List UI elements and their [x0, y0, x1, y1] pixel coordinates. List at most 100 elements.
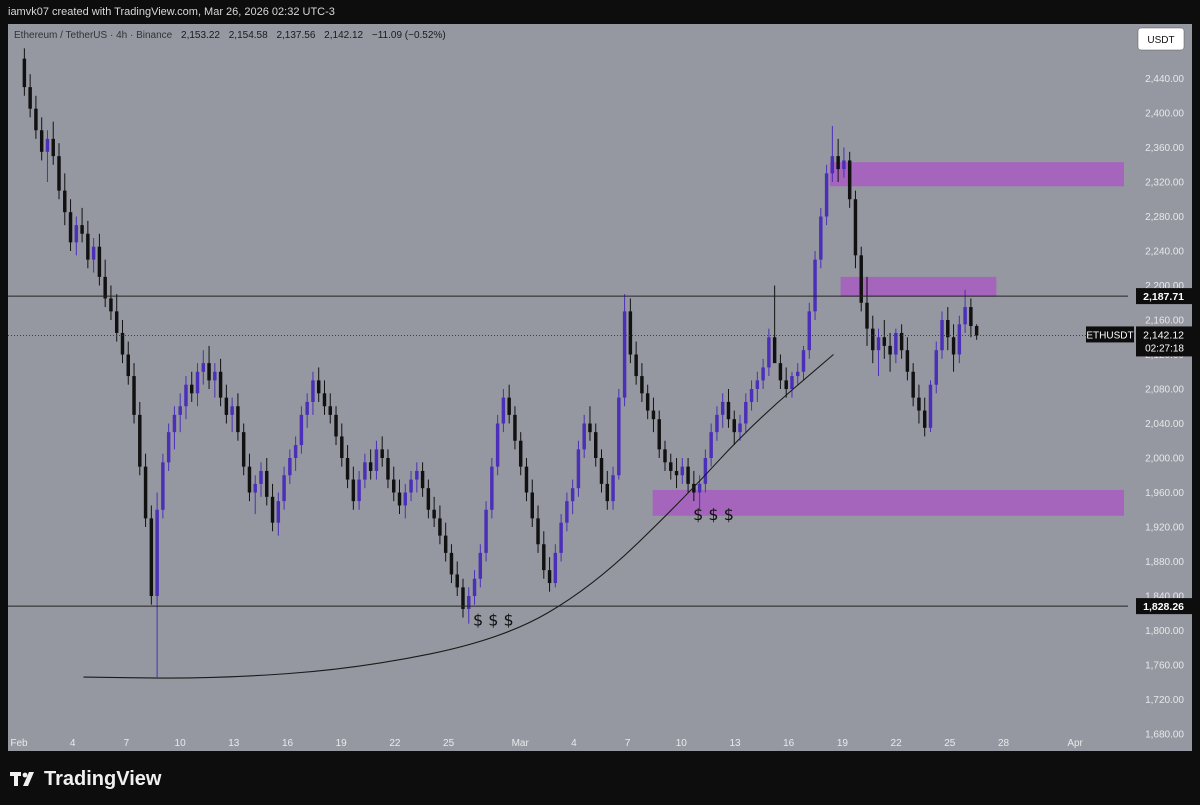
legend-low: 2,137.56	[276, 30, 315, 41]
candle	[669, 453, 673, 480]
candle	[772, 285, 777, 364]
candle	[807, 302, 812, 359]
candle	[39, 117, 44, 161]
candle-body	[969, 307, 973, 327]
candle-body	[830, 156, 835, 174]
candle	[495, 414, 500, 476]
candle	[657, 410, 661, 458]
candle	[265, 458, 269, 506]
candle-body	[940, 320, 944, 351]
candle	[674, 458, 679, 489]
candle-body	[715, 414, 719, 433]
candle-body	[334, 414, 338, 437]
supply-demand-zone-1[interactable]	[829, 162, 1124, 187]
currency-button[interactable]: USDT	[1137, 27, 1185, 51]
price-tick-label: 2,040.00	[1145, 419, 1184, 430]
candle	[582, 414, 586, 458]
candle-body	[340, 436, 344, 458]
candle	[195, 363, 200, 407]
candle-body	[149, 518, 154, 596]
candle	[143, 453, 148, 527]
candle	[178, 393, 182, 433]
candle	[894, 328, 898, 364]
candle-body	[871, 328, 875, 351]
candle	[63, 173, 67, 226]
candle-body	[51, 138, 55, 157]
candle-body	[207, 363, 211, 381]
candle	[888, 332, 892, 372]
candle	[599, 449, 604, 493]
candle	[236, 393, 240, 441]
candle	[536, 505, 540, 553]
candle-body	[807, 311, 812, 351]
candle-body	[784, 380, 788, 389]
time-tick-label: 19	[336, 738, 348, 749]
candle-body	[236, 406, 240, 433]
candle-body	[588, 423, 592, 433]
candle-body	[865, 302, 869, 329]
candle-body	[415, 470, 419, 480]
candle	[680, 458, 685, 484]
candle-body	[778, 363, 783, 381]
candle-body	[288, 458, 292, 476]
candle-body	[888, 345, 892, 355]
candle-body	[790, 376, 794, 389]
candle-body	[640, 376, 644, 394]
candle-body	[155, 509, 159, 596]
candle-body	[905, 350, 910, 372]
candle	[645, 384, 650, 420]
candle	[905, 337, 910, 381]
candle-body	[582, 423, 586, 450]
candle	[784, 367, 788, 398]
candle-body	[166, 432, 171, 463]
candle-body	[565, 501, 569, 523]
candle-body	[847, 160, 852, 200]
candle-body	[518, 440, 523, 467]
price-tick-label: 1,800.00	[1145, 626, 1184, 637]
candle	[57, 143, 61, 200]
chart-area[interactable]: $ $ $ $ $ $ 2,440.00 2,400.00 2,360.00 2,320…	[8, 24, 1192, 751]
candle-body	[611, 475, 615, 502]
price-tick-label: 2,360.00	[1145, 143, 1184, 154]
time-tick-label: 7	[124, 738, 130, 749]
candle	[518, 432, 523, 476]
price-tick-label: 2,160.00	[1145, 316, 1184, 327]
candle	[114, 294, 119, 342]
currency-label: USDT	[1147, 35, 1174, 46]
candle-body	[634, 354, 638, 377]
candle	[732, 410, 736, 446]
candle-body	[934, 350, 938, 385]
candle-body	[570, 488, 575, 502]
candle-body	[772, 337, 777, 364]
candle-body	[882, 337, 887, 346]
candle-body	[697, 483, 702, 493]
candle	[241, 423, 246, 476]
svg-text:Ethereum / TetherUS · 4h · Bin: Ethereum / TetherUS · 4h · Binance 2,153…	[14, 30, 446, 41]
time-axis: Feb 4 7 10 13 16 19 22 25 Mar 4 7 10 13 16 19 22 25 28 Apr	[10, 738, 1083, 749]
candle-body	[311, 380, 315, 402]
candle	[859, 246, 863, 312]
supply-demand-zone-2[interactable]	[840, 276, 997, 297]
candle-body	[576, 449, 581, 489]
candle	[149, 505, 154, 605]
candle	[946, 307, 950, 351]
time-tick-label: 13	[228, 738, 240, 749]
price-chart[interactable]: $ $ $ $ $ $ 2,440.00 2,400.00 2,360.00 2,320…	[8, 24, 1192, 751]
candle-body	[195, 371, 200, 394]
time-tick-label: 16	[783, 738, 795, 749]
candle	[207, 345, 211, 389]
candle-body	[357, 479, 361, 502]
candle	[172, 406, 177, 450]
candle-body	[801, 350, 806, 372]
candle-body	[103, 276, 107, 299]
candle-body	[542, 544, 546, 571]
candle-body	[946, 320, 950, 338]
candle-body	[813, 259, 817, 312]
candle	[328, 393, 332, 424]
candle-body	[190, 384, 194, 394]
candle	[293, 436, 298, 471]
candle-body	[322, 393, 327, 407]
tradingview-logo[interactable]: TradingView	[10, 767, 161, 791]
price-tick-label: 1,880.00	[1145, 557, 1184, 568]
candle	[253, 475, 257, 515]
